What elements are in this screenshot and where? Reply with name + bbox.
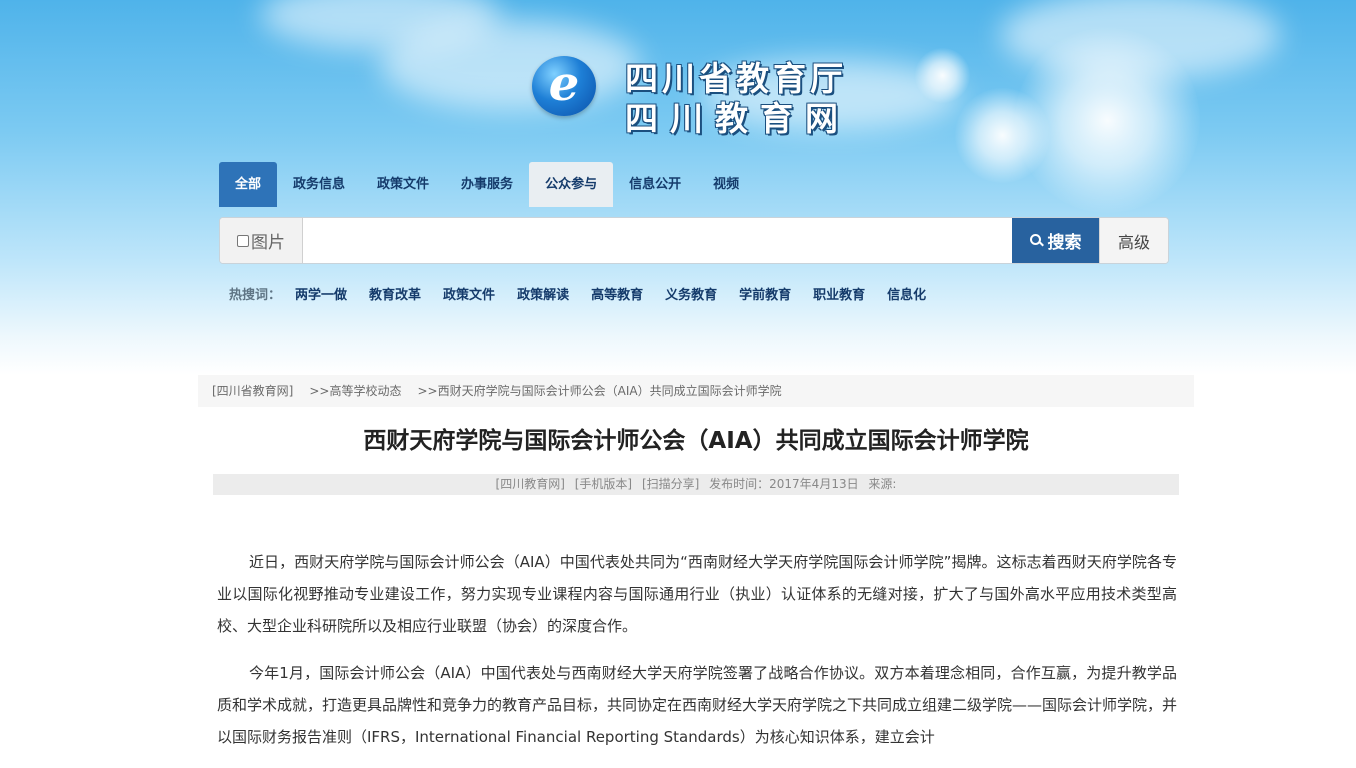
article-content: 近日，西财天府学院与国际会计师公会（AIA）中国代表处共同为“西南财经大学天府学… — [217, 546, 1177, 768]
main-nav: 全部 政务信息 政策文件 办事服务 公众参与 信息公开 视频 — [219, 162, 755, 207]
hot-word-link[interactable]: 高等教育 — [591, 284, 643, 303]
hot-word-link[interactable]: 政策解读 — [517, 284, 569, 303]
article-paragraph: 近日，西财天府学院与国际会计师公会（AIA）中国代表处共同为“西南财经大学天府学… — [217, 553, 1177, 635]
hot-word-link[interactable]: 学前教育 — [739, 284, 791, 303]
search-icon — [1029, 234, 1043, 247]
search-button[interactable]: 搜索 — [1012, 218, 1099, 263]
article-meta: [四川教育网] [手机版本] [扫描分享] 发布时间：2017年4月13日 来源… — [213, 474, 1179, 495]
hot-word-link[interactable]: 政策文件 — [443, 284, 495, 303]
dandelion-decoration — [915, 48, 970, 103]
search-button-label: 搜索 — [1047, 233, 1082, 252]
article-title: 西财天府学院与国际会计师公会（AIA）共同成立国际会计师学院 — [363, 428, 1029, 454]
hot-words: 热搜词： 两学一做 教育改革 政策文件 政策解读 高等教育 义务教育 学前教育 … — [229, 284, 948, 303]
image-option-label: 图片 — [251, 233, 285, 253]
search-input[interactable] — [303, 218, 1012, 263]
advanced-search-button[interactable]: 高级 — [1099, 218, 1168, 263]
logo-e-icon: e — [532, 56, 596, 116]
hot-word-link[interactable]: 义务教育 — [665, 284, 717, 303]
meta-share-link[interactable]: [扫描分享] — [642, 477, 699, 491]
image-search-toggle[interactable]: 图片 — [220, 218, 303, 263]
tab-public-participation[interactable]: 公众参与 — [529, 162, 614, 207]
breadcrumb-current[interactable]: >>西财天府学院与国际会计师公会（AIA）共同成立国际会计师学院 — [418, 375, 782, 407]
hot-word-link[interactable]: 职业教育 — [813, 284, 865, 303]
tab-all[interactable]: 全部 — [219, 162, 278, 207]
logo-title-line2: 四川教育网 — [625, 99, 850, 138]
tab-video[interactable]: 视频 — [697, 162, 755, 207]
hot-words-label: 热搜词： — [229, 288, 282, 303]
hot-word-link[interactable]: 两学一做 — [295, 284, 347, 303]
meta-mobile-link[interactable]: [手机版本] — [575, 477, 632, 491]
dandelion-decoration — [955, 88, 1050, 183]
breadcrumb: [四川省教育网] >>高等学校动态 >>西财天府学院与国际会计师公会（AIA）共… — [198, 375, 1194, 407]
search-bar: 图片 搜索 高级 — [219, 217, 1169, 264]
tab-services[interactable]: 办事服务 — [445, 162, 529, 207]
meta-source-tag[interactable]: [四川教育网] — [496, 477, 565, 491]
hot-word-link[interactable]: 教育改革 — [369, 284, 421, 303]
tab-policy-documents[interactable]: 政策文件 — [361, 162, 445, 207]
site-logo[interactable]: e 四川省教育厅 四川教育网 — [530, 50, 875, 138]
meta-source: 来源: — [868, 477, 897, 491]
hot-word-link[interactable]: 信息化 — [887, 284, 926, 303]
article-paragraph: 今年1月，国际会计师公会（AIA）中国代表处与西南财经大学天府学院签署了战略合作… — [217, 664, 1178, 746]
tab-information-disclosure[interactable]: 信息公开 — [613, 162, 697, 207]
site-header: e 四川省教育厅 四川教育网 全部 政务信息 政策文件 办事服务 公众参与 信息… — [0, 0, 1356, 375]
tab-government-info[interactable]: 政务信息 — [277, 162, 361, 207]
breadcrumb-category[interactable]: >>高等学校动态 — [309, 375, 401, 407]
meta-publish-time: 发布时间：2017年4月13日 — [709, 477, 859, 491]
image-checkbox[interactable] — [237, 234, 249, 247]
breadcrumb-home[interactable]: [四川省教育网] — [212, 375, 293, 407]
